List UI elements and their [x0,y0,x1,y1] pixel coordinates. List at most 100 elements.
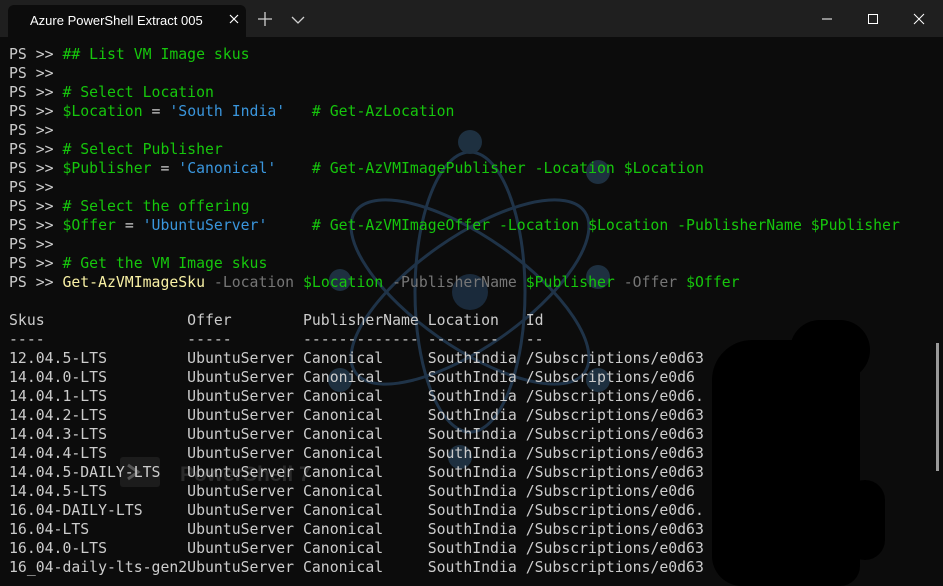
code-token: # Select Location [62,84,214,101]
prompt-line: PS >> [9,64,62,83]
table-row: 14.04.5-LTS UbuntuServer Canonical South… [9,482,695,501]
code-token: -Offer [614,274,687,291]
table-cell: /Subscriptions/e0d63 [525,540,704,557]
prompt: PS >> [9,160,63,177]
table-header-row: Skus Offer PublisherName Location Id [9,311,544,330]
code-token: $Offer [62,217,116,234]
table-cell: SouthIndia [427,388,526,405]
table-cell: 16.04.0-LTS [9,540,188,557]
chevron-down-icon[interactable] [290,12,306,26]
table-cell: UbuntuServer [187,464,303,481]
table-cell: /Subscriptions/e0d6. [525,502,704,519]
table-cell: 14.04.0-LTS [9,369,188,386]
prompt-line: PS >> [9,178,62,197]
table-row: 16.04.0-LTS UbuntuServer Canonical South… [9,539,704,558]
table-cell: 14.04.1-LTS [9,388,188,405]
table-cell: SouthIndia [427,521,526,538]
close-button[interactable] [896,0,942,37]
table-header: Offer [187,312,303,329]
scrollbar[interactable] [936,343,939,471]
table-cell: 14.04.5-DAILY-LTS [9,464,188,481]
maximize-icon [868,14,878,24]
table-cell: 16.04-LTS [9,521,188,538]
maximize-button[interactable] [850,0,896,37]
table-cell: UbuntuServer [187,426,303,443]
redacted-area-top [790,320,870,380]
prompt: PS >> [9,46,63,63]
table-cell: Canonical [302,350,428,367]
prompt: PS >> [9,103,63,120]
table-row: 16_04-daily-lts-gen2UbuntuServer Canonic… [9,558,704,577]
table-cell: 16_04-daily-lts-gen2 [9,559,188,576]
table-header: PublisherName [302,312,428,329]
table-cell: SouthIndia [427,559,526,576]
header-underline: ---- ----- ------------- -------- -- [9,331,544,348]
prompt-line: PS >> # Get the VM Image skus [9,254,267,273]
table-cell: 12.04.5-LTS [9,350,188,367]
table-header: Id [525,312,544,329]
prompt-line: PS >> # Select Location [9,83,214,102]
table-cell: UbuntuServer [187,407,303,424]
table-cell: Canonical [302,426,428,443]
code-token: = [151,160,179,177]
table-row: 14.04.4-LTS UbuntuServer Canonical South… [9,444,704,463]
table-cell: /Subscriptions/e0d6 [525,483,695,500]
table-cell: /Subscriptions/e0d63 [525,559,704,576]
code-token: 'UbuntuServer' [142,217,268,234]
prompt: PS >> [9,274,63,291]
table-cell: /Subscriptions/e0d63 [525,426,704,443]
prompt-line: PS >> [9,121,62,140]
table-row: 14.04.5-DAILY-LTS UbuntuServer Canonical… [9,463,704,482]
prompt-line: PS >> # Select Publisher [9,140,223,159]
code-token: $Offer [686,274,740,291]
prompt: PS >> [9,141,63,158]
title-bar: Azure PowerShell Extract 005 [0,0,943,37]
code-token: Get-AzVMImageSku [62,274,205,291]
code-token: = [115,217,143,234]
table-cell: UbuntuServer [187,388,303,405]
minimize-button[interactable] [804,0,850,37]
prompt-line: PS >> $Offer = 'UbuntuServer' # Get-AzVM… [9,216,900,235]
table-row: 14.04.0-LTS UbuntuServer Canonical South… [9,368,695,387]
prompt-line: PS >> $Location = 'South India' # Get-Az… [9,102,454,121]
table-cell: /Subscriptions/e0d6. [525,388,704,405]
table-cell: SouthIndia [427,464,526,481]
plus-icon[interactable] [256,10,274,28]
table-cell: Canonical [302,407,428,424]
table-cell: /Subscriptions/e0d63 [525,445,704,462]
table-cell: 16.04-DAILY-LTS [9,502,188,519]
code-token: # Select Publisher [62,141,223,158]
table-cell: Canonical [302,464,428,481]
table-cell: SouthIndia [427,407,526,424]
tab-close-icon[interactable] [226,11,242,27]
terminal-tab[interactable]: Azure PowerShell Extract 005 [8,5,246,37]
table-cell: SouthIndia [427,350,526,367]
table-cell: /Subscriptions/e0d63 [525,521,704,538]
code-token: $Location [62,103,143,120]
table-cell: 14.04.5-LTS [9,483,188,500]
table-cell: SouthIndia [427,426,526,443]
close-icon [913,13,925,25]
minimize-icon [822,18,832,20]
table-cell: UbuntuServer [187,502,303,519]
prompt: PS >> [9,198,63,215]
redacted-area-side [845,480,885,560]
tab-title: Azure PowerShell Extract 005 [30,13,203,28]
code-token: $Location [303,274,384,291]
table-header-underline: ---- ----- ------------- -------- -- [9,330,544,349]
code-token: = [142,103,170,120]
table-row: 14.04.1-LTS UbuntuServer Canonical South… [9,387,704,406]
table-row: 16.04-DAILY-LTS UbuntuServer Canonical S… [9,501,704,520]
table-header: Location [427,312,526,329]
table-cell: Canonical [302,369,428,386]
table-cell: /Subscriptions/e0d63 [525,464,704,481]
table-cell: SouthIndia [427,502,526,519]
code-token: -Location [205,274,303,291]
code-token: # Get-AzVMImagePublisher -Location $Loca… [276,160,704,177]
prompt-line: PS >> Get-AzVMImageSku -Location $Locati… [9,273,740,292]
table-row: 16.04-LTS UbuntuServer Canonical SouthIn… [9,520,704,539]
table-cell: UbuntuServer [187,540,303,557]
table-cell: UbuntuServer [187,483,303,500]
table-cell: 14.04.4-LTS [9,445,188,462]
table-cell: /Subscriptions/e0d6 [525,369,695,386]
